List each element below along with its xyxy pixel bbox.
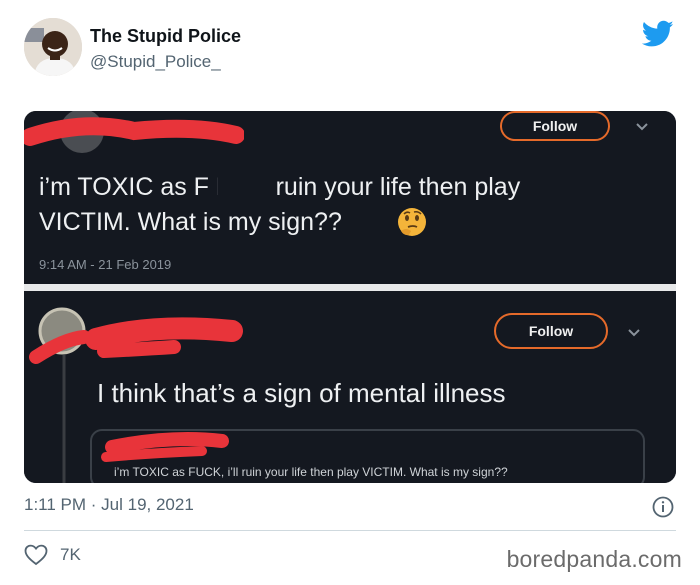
thinking-face-icon [398,208,426,236]
embedded-tweet-timestamp: 9:14 AM - 21 Feb 2019 [39,257,172,272]
boredpanda-watermark: boredpanda.com [506,546,682,572]
panel-divider [24,284,676,291]
info-icon[interactable] [652,496,674,518]
follow-button-bottom[interactable]: Follow [494,313,608,349]
author-block[interactable]: The Stupid Police @Stupid_Police_ [90,25,241,73]
censor-gap [218,174,268,202]
embedded-tweet-text-line1: i’m TOXIC as F K, i’ll ruin your life th… [39,173,521,201]
tweet-card: The Stupid Police @Stupid_Police_ Follow… [0,0,700,585]
chevron-down-icon[interactable] [627,328,641,338]
embedded-reply-text: I think that’s a sign of mental illness [97,378,506,408]
embedded-tweet-text-line2: VICTIM. What is my sign?? [39,208,342,236]
author-avatar[interactable] [24,18,82,76]
like-count: 7K [60,545,81,564]
follow-button-top[interactable]: Follow [500,111,610,141]
heart-icon[interactable] [24,544,48,566]
redacted-profile-top [24,111,244,153]
author-name[interactable]: The Stupid Police [90,25,241,47]
quoted-tweet-box[interactable]: i’m TOXIC as FUCK, i’ll ruin your life t… [90,429,645,483]
embedded-tweet-bottom: Follow I think that’s a sign of mental i… [24,291,676,483]
tweet-timestamp[interactable]: 1:11 PM · Jul 19, 2021 [24,495,194,515]
embedded-tweet-top: Follow i’m TOXIC as F K, i’ll ruin your … [24,111,676,284]
quoted-tweet-preview: i’m TOXIC as FUCK, i’ll ruin your life t… [114,465,508,479]
like-action[interactable]: 7K [24,544,81,566]
chevron-down-icon[interactable] [635,122,649,132]
embedded-screenshot[interactable]: Follow i’m TOXIC as F K, i’ll ruin your … [24,111,676,483]
twitter-logo-icon[interactable] [642,20,674,48]
footer-divider [24,530,676,531]
author-handle[interactable]: @Stupid_Police_ [90,51,241,73]
